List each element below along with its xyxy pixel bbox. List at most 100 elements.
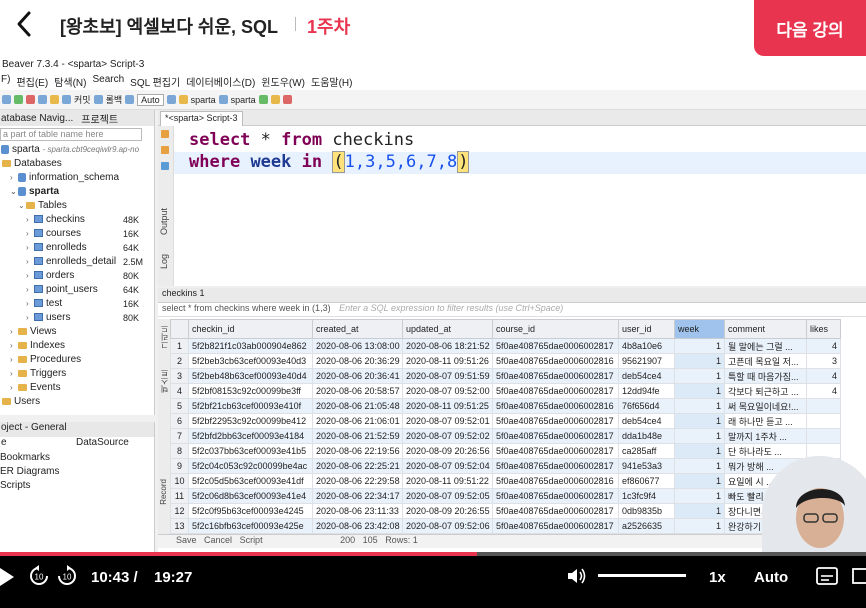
cell-likes[interactable] [806,413,841,429]
navigate-icon[interactable] [282,95,292,104]
column-header-comment[interactable]: comment [724,319,807,339]
cell-user-id[interactable]: deb54ce4 [618,368,675,384]
cell-user-id[interactable]: deb54ce4 [618,413,675,429]
table-row[interactable]: 8 5f2c037bb63cef00093e41b5 2020-08-06 22:1… [170,443,841,459]
cell-user-id[interactable]: ef860677 [618,473,675,489]
transaction-mode-icon[interactable] [125,95,135,104]
cell-comment[interactable]: 래 하나만 듣고 ... [724,413,807,429]
column-header-updated-at[interactable]: updated_at [402,319,493,339]
cell-course-id[interactable]: 5f0ae408765dae0006002817 [492,503,619,519]
cell-user-id[interactable]: 76f656d4 [618,398,675,414]
row-number[interactable]: 7 [170,428,189,444]
cell-comment[interactable]: 될 말에는 그럴 ... [724,338,807,354]
table-row[interactable]: 3 5f2beb48b63cef00093e40d4 2020-08-06 20:3… [170,368,841,384]
table-row[interactable]: 10 5f2c05d5b63cef00093e41df 2020-08-06 22:… [170,473,841,489]
tree-folder-procedures[interactable]: › Procedures [0,353,154,367]
table-row[interactable]: 11 5f2c06d8b63cef00093e41e4 2020-08-06 22:… [170,488,841,504]
cell-course-id[interactable]: 5f0ae408765dae0006002817 [492,428,619,444]
cell-likes[interactable] [806,428,841,444]
cell-user-id[interactable]: a2526635 [618,518,675,534]
results-filter-input[interactable]: Enter a SQL expression to filter results… [339,303,563,313]
tree-databases[interactable]: Databases [0,157,154,171]
tree-table-enrolleds-detail[interactable]: › enrolleds_detail 2.5M [0,255,154,269]
cell-comment[interactable]: 특할 때 마음가짐... [724,368,807,384]
tree-table-test[interactable]: › test 16K [0,297,154,311]
cell-week[interactable]: 1 [674,368,725,384]
cell-comment[interactable]: 써 목요일이네요!... [724,398,807,414]
tree-folder-indexes[interactable]: › Indexes [0,339,154,353]
cell-week[interactable]: 1 [674,518,725,534]
cell-likes[interactable]: 4 [806,338,841,354]
cell-checkin-id[interactable]: 5f2bf08153c92c00099be3ff [188,383,313,399]
cell-updated-at[interactable]: 2020-08-09 20:26:55 [402,503,493,519]
forward-10-icon[interactable]: 10 [56,565,78,587]
row-number[interactable]: 12 [170,503,189,519]
commit-button[interactable]: 커밋 [74,93,91,106]
cell-checkin-id[interactable]: 5f2b821f1c03ab000904e862 [188,338,313,354]
column-header-checkin-id[interactable]: checkin_id [188,319,313,339]
tree-table-orders[interactable]: › orders 80K [0,269,154,283]
cell-user-id[interactable]: dda1b48e [618,428,675,444]
menu-help[interactable]: 도움말(H) [311,74,352,90]
row-number[interactable]: 6 [170,413,189,429]
disconnect-icon[interactable] [26,95,35,104]
tab-script-3[interactable]: *<sparta> Script-3 [160,111,243,126]
connect-icon[interactable] [14,95,23,104]
cell-user-id[interactable]: 4b8a10e6 [618,338,675,354]
cell-course-id[interactable]: 5f0ae408765dae0006002817 [492,383,619,399]
table-row[interactable]: 12 5f2c0f95b63cef00093e4245 2020-08-06 23:… [170,503,841,519]
cell-user-id[interactable]: 0db9835b [618,503,675,519]
cell-created-at[interactable]: 2020-08-06 20:36:41 [312,368,403,384]
save-button[interactable]: Save [176,535,197,545]
cell-week[interactable]: 1 [674,338,725,354]
table-row[interactable]: 6 5f2bf22953c92c00099be412 2020-08-06 21:0… [170,413,841,429]
tree-table-users[interactable]: › users 80K [0,311,154,325]
cancel-button[interactable]: Cancel [204,535,232,545]
cell-checkin-id[interactable]: 5f2c16bfb63cef00093e425e [188,518,313,534]
cell-created-at[interactable]: 2020-08-06 22:34:17 [312,488,403,504]
row-number[interactable]: 4 [170,383,189,399]
menu-file[interactable]: F) [1,74,10,90]
cell-user-id[interactable]: 1c3fc9f4 [618,488,675,504]
cell-updated-at[interactable]: 2020-08-07 09:51:59 [402,368,493,384]
cell-course-id[interactable]: 5f0ae408765dae0006002817 [492,518,619,534]
cell-course-id[interactable]: 5f0ae408765dae0006002816 [492,473,619,489]
cell-checkin-id[interactable]: 5f2c037bb63cef00093e41b5 [188,443,313,459]
column-header-user-id[interactable]: user_id [618,319,675,339]
cell-checkin-id[interactable]: 5f2c0f95b63cef00093e4245 [188,503,313,519]
cell-week[interactable]: 1 [674,413,725,429]
cell-checkin-id[interactable]: 5f2beb48b63cef00093e40d4 [188,368,313,384]
cell-created-at[interactable]: 2020-08-06 21:06:01 [312,413,403,429]
schema-select[interactable]: sparta [231,95,256,105]
cell-updated-at[interactable]: 2020-08-07 09:52:05 [402,488,493,504]
tree-connection[interactable]: sparta - sparta.cbt9ceqiwlr9.ap-no [0,143,154,157]
cell-checkin-id[interactable]: 5f2c05d5b63cef00093e41df [188,473,313,489]
cell-created-at[interactable]: 2020-08-06 23:42:08 [312,518,403,534]
tab-database-navigator[interactable]: atabase Navig... [1,113,73,124]
row-number[interactable]: 9 [170,458,189,474]
row-number[interactable]: 10 [170,473,189,489]
rollback-button[interactable]: 롤백 [106,93,123,106]
cell-checkin-id[interactable]: 5f2bf21cb63cef00093e410f [188,398,313,414]
rewind-10-icon[interactable]: 10 [28,565,50,587]
cell-user-id[interactable]: 941e53a3 [618,458,675,474]
cell-checkin-id[interactable]: 5f2bfd2bb63cef00093e4184 [188,428,313,444]
cell-updated-at[interactable]: 2020-08-11 09:51:26 [402,353,493,369]
progress-bar[interactable] [0,552,866,556]
cell-course-id[interactable]: 5f0ae408765dae0006002817 [492,458,619,474]
cell-comment[interactable]: 각보다 퇴근하고 ... [724,383,807,399]
cell-updated-at[interactable]: 2020-08-09 20:26:56 [402,443,493,459]
tab-checkins-1[interactable]: checkins 1 [162,288,205,298]
row-number[interactable]: 2 [170,353,189,369]
tab-text-view[interactable]: 텍스트 [159,369,170,393]
project-item-bookmarks[interactable]: Bookmarks [0,451,154,465]
tree-table-checkins[interactable]: › checkins 48K [0,213,154,227]
captions-icon[interactable] [816,567,838,585]
cell-week[interactable]: 1 [674,458,725,474]
cell-course-id[interactable]: 5f0ae408765dae0006002817 [492,488,619,504]
project-item-scripts[interactable]: Scripts [0,479,154,493]
playback-speed-button[interactable]: 1x [709,569,726,586]
navigator-filter-input[interactable]: a part of table name here [0,128,142,141]
cell-created-at[interactable]: 2020-08-06 23:11:33 [312,503,403,519]
row-number[interactable]: 5 [170,398,189,414]
